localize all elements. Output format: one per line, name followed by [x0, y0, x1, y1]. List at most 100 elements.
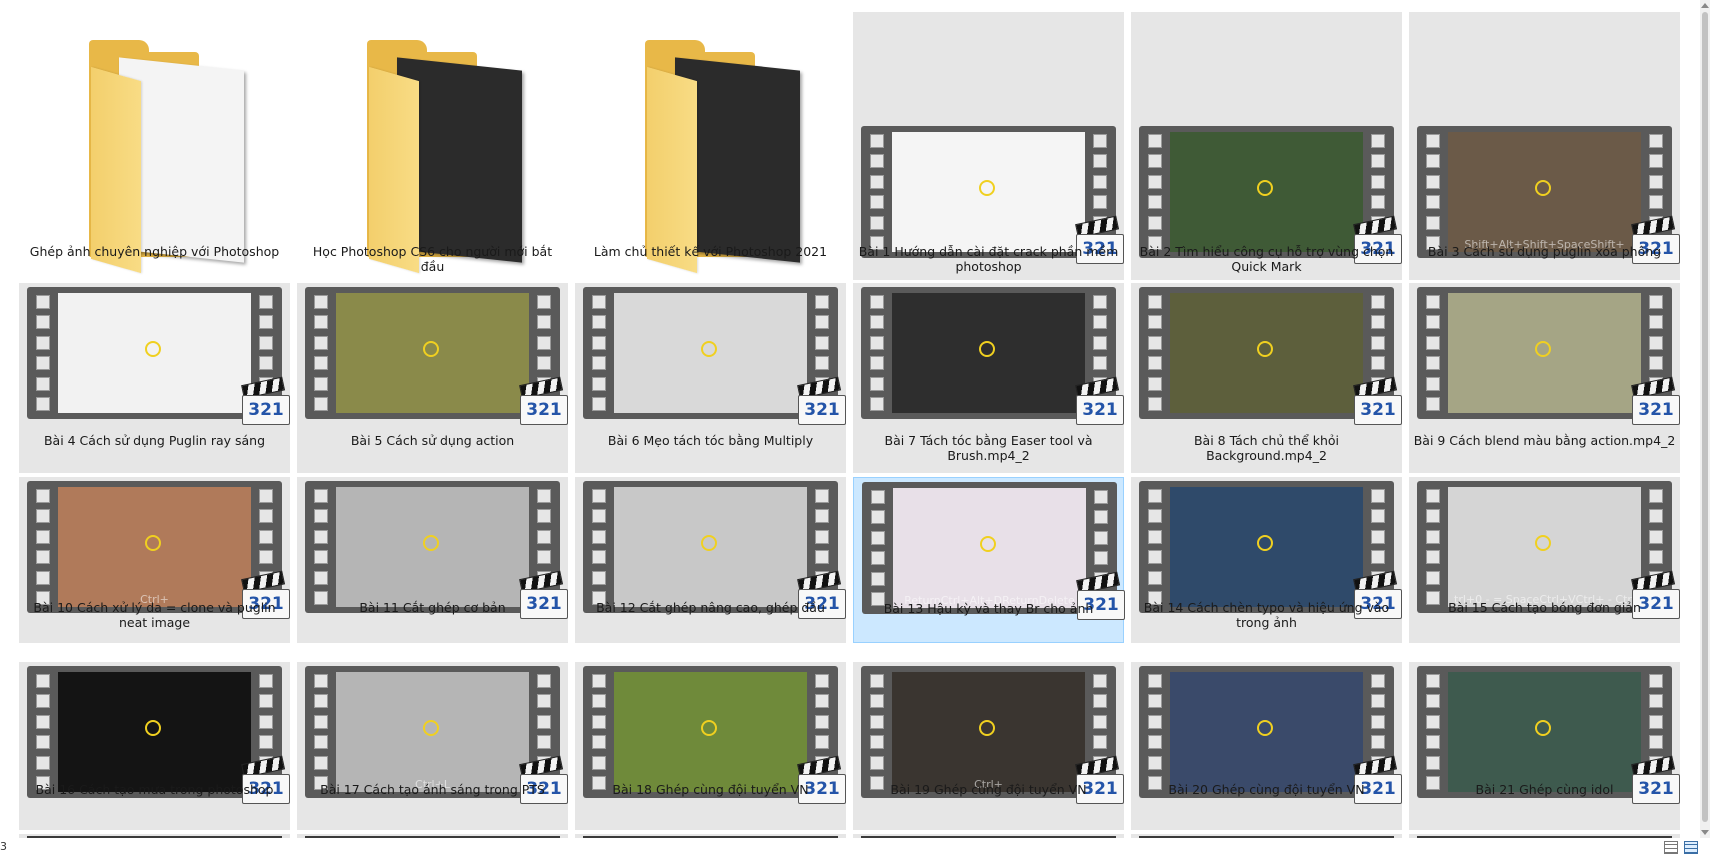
video-file-item[interactable]: 321 Bài 5 Cách sử dụng action: [297, 283, 568, 473]
film-sprocket-hole: [1649, 174, 1663, 189]
video-thumbnail: ReturnCtrl+Alt+DReturnDelete 321: [862, 482, 1125, 620]
film-sprocket-hole: [1371, 489, 1385, 503]
film-sprocket-hole: [36, 529, 50, 544]
video-file-item[interactable]: Ctrl+ 321 Bài 10 Cách xử lý da = clone và …: [19, 477, 290, 643]
film-sprocket-hole: [1649, 154, 1663, 169]
film-sprocket-hole: [1093, 335, 1107, 350]
film-sprocket-hole: [1426, 735, 1440, 750]
film-sprocket-hole: [870, 356, 884, 371]
folder-item[interactable]: Làm chủ thiết kế với Photoshop 2021: [575, 12, 846, 280]
film-sprocket-hole: [1148, 529, 1162, 544]
video-thumbnail: Ctrl+ 321: [27, 481, 290, 619]
film-sprocket-hole: [1371, 714, 1385, 729]
film-sprocket-hole: [314, 489, 328, 503]
vertical-scrollbar[interactable]: [1700, 0, 1710, 838]
film-sprocket-hole: [537, 674, 551, 688]
film-sprocket-hole: [1148, 694, 1162, 709]
film-sprocket-hole: [870, 376, 884, 391]
film-sprocket-hole: [259, 295, 273, 309]
video-file-item[interactable]: Shift+Alt+Shift+SpaceShift+ 321 Bài 3 Cách…: [1409, 12, 1680, 280]
film-sprocket-hole: [314, 570, 328, 585]
film-sprocket-hole: [1148, 315, 1162, 330]
video-file-item[interactable]: 321 Bài 2 Tìm hiểu công cụ hỗ trợ vùng ch…: [1131, 12, 1402, 280]
badge-label: 321: [798, 395, 846, 425]
video-file-item[interactable]: Ctrl+L 321 Bài 17 Cách tạo ánh sáng trong …: [297, 662, 568, 830]
file-name-label: Ghép ảnh chuyên nghiệp với Photoshop: [29, 244, 280, 259]
video-file-item[interactable]: 321 Bài 1 Hướng dẫn cài đặt crack phần mề…: [853, 12, 1124, 280]
video-file-item[interactable]: 321 Bài 6 Mẹo tách tóc bằng Multiply: [575, 283, 846, 473]
film-sprocket-hole: [259, 489, 273, 503]
video-frame-preview: [1170, 672, 1363, 792]
video-thumbnail: 321: [27, 666, 290, 804]
video-file-item[interactable]: 321 Bài 8 Tách chủ thể khỏi Background.mp…: [1131, 283, 1402, 473]
video-file-item[interactable]: 321 Bài 12 Cắt ghép nâng cao, ghép đầu: [575, 477, 846, 643]
film-sprocket-hole: [1649, 674, 1663, 688]
large-icons-view-icon[interactable]: [1684, 841, 1698, 854]
video-file-item[interactable]: Ctrl+ 321 Bài 19 Ghép cùng đội tuyển VN: [853, 662, 1124, 830]
video-file-item[interactable]: ReturnCtrl+Alt+DReturnDelete 321 Bài 13 Hậ…: [853, 477, 1125, 643]
folder-front: [647, 66, 697, 274]
video-file-item[interactable]: 321 Bài 18 Ghép cùng đội tuyển VN: [575, 662, 846, 830]
file-name-label: Bài 2 Tìm hiểu công cụ hỗ trợ vùng chọn …: [1139, 244, 1394, 274]
video-file-item[interactable]: 321 Bài 14 Cách chèn typo và hiệu ứng vào…: [1131, 477, 1402, 643]
film-sprocket-hole: [1148, 376, 1162, 391]
cursor-highlight-ring: [422, 535, 439, 551]
film-sprocket-hole: [1371, 335, 1385, 350]
film-sprocket-hole: [815, 529, 829, 544]
film-sprocket-hole: [592, 295, 606, 309]
film-sprocket-strip: [864, 134, 890, 250]
film-sprocket-hole: [537, 694, 551, 709]
film-sprocket-hole: [871, 490, 885, 504]
video-file-item[interactable]: 321 Bài 21 Ghép cùng idol: [1409, 662, 1680, 830]
scroll-down-arrow-icon[interactable]: [1701, 830, 1709, 835]
file-list-view[interactable]: Ghép ảnh chuyên nghiệp với Photoshop Học …: [0, 0, 1700, 838]
film-sprocket-hole: [1426, 376, 1440, 391]
file-name-label: Bài 12 Cắt ghép nâng cao, ghép đầu: [596, 600, 825, 615]
video-file-item[interactable]: trl+0 - = SpaceCtrl+VCtrl+ - Ctrl 321 Bài …: [1409, 477, 1680, 643]
cursor-highlight-ring: [1534, 341, 1551, 357]
film-sprocket-strip: [30, 295, 56, 411]
file-name-label: Bài 13 Hậu kỳ và thay Br cho ảnh: [883, 601, 1094, 616]
video-thumbnail: Shift+Alt+Shift+SpaceShift+ 321: [1417, 126, 1680, 264]
film-sprocket-strip: [865, 490, 891, 606]
film-sprocket-hole: [871, 530, 885, 545]
film-sprocket-hole: [537, 735, 551, 750]
video-file-item[interactable]: 321 Bài 16 Cách tạo mưa trong photoshop: [19, 662, 290, 830]
folder-item[interactable]: Học Photoshop CS6 cho người mới bắt đầu: [297, 12, 568, 280]
film-sprocket-hole: [1148, 570, 1162, 585]
scrollbar-thumb[interactable]: [1702, 12, 1708, 822]
film-sprocket-hole: [1093, 735, 1107, 750]
file-name-label: Học Photoshop CS6 cho người mới bắt đầu: [312, 244, 553, 274]
video-file-item[interactable]: 321 Bài 11 Cắt ghép cơ bản: [297, 477, 568, 643]
badge-label: 321: [1076, 395, 1124, 425]
film-sprocket-hole: [537, 356, 551, 371]
video-frame-preview: [614, 487, 807, 607]
badge-label: 321: [520, 395, 568, 425]
video-file-item[interactable]: 321 Bài 4 Cách sử dụng Puglin ray sáng: [19, 283, 290, 473]
scroll-up-arrow-icon[interactable]: [1701, 3, 1709, 8]
video-thumbnail: 321: [1417, 287, 1680, 425]
video-file-item[interactable]: 321 Bài 7 Tách tóc bằng Easer tool và Bru…: [853, 283, 1124, 473]
photoshop-folder-icon: [347, 40, 532, 274]
film-sprocket-hole: [1093, 134, 1107, 148]
film-sprocket-hole: [314, 714, 328, 729]
film-sprocket-strip: [30, 489, 56, 605]
details-view-icon[interactable]: [1664, 841, 1678, 854]
film-sprocket-hole: [815, 315, 829, 330]
film-sprocket-hole: [537, 550, 551, 565]
film-sprocket-hole: [1426, 396, 1440, 411]
video-file-item[interactable]: 321 Bài 9 Cách blend màu bằng action.mp4_…: [1409, 283, 1680, 473]
video-thumbnail: 321: [583, 666, 846, 804]
film-sprocket-strip: [864, 295, 890, 411]
video-frame-preview: [58, 672, 251, 792]
film-sprocket-hole: [1426, 195, 1440, 210]
film-sprocket-hole: [1093, 195, 1107, 210]
film-sprocket-hole: [870, 735, 884, 750]
video-file-item[interactable]: 321 Bài 20 Ghép cùng đội tuyển VN: [1131, 662, 1402, 830]
folder-item[interactable]: Ghép ảnh chuyên nghiệp với Photoshop: [19, 12, 290, 280]
film-sprocket-hole: [592, 550, 606, 565]
film-sprocket-hole: [1426, 674, 1440, 688]
cursor-highlight-ring: [700, 535, 717, 551]
badge-label: 321: [1354, 395, 1402, 425]
video-frame-preview: trl+0 - = SpaceCtrl+VCtrl+ - Ctrl: [1448, 487, 1641, 607]
